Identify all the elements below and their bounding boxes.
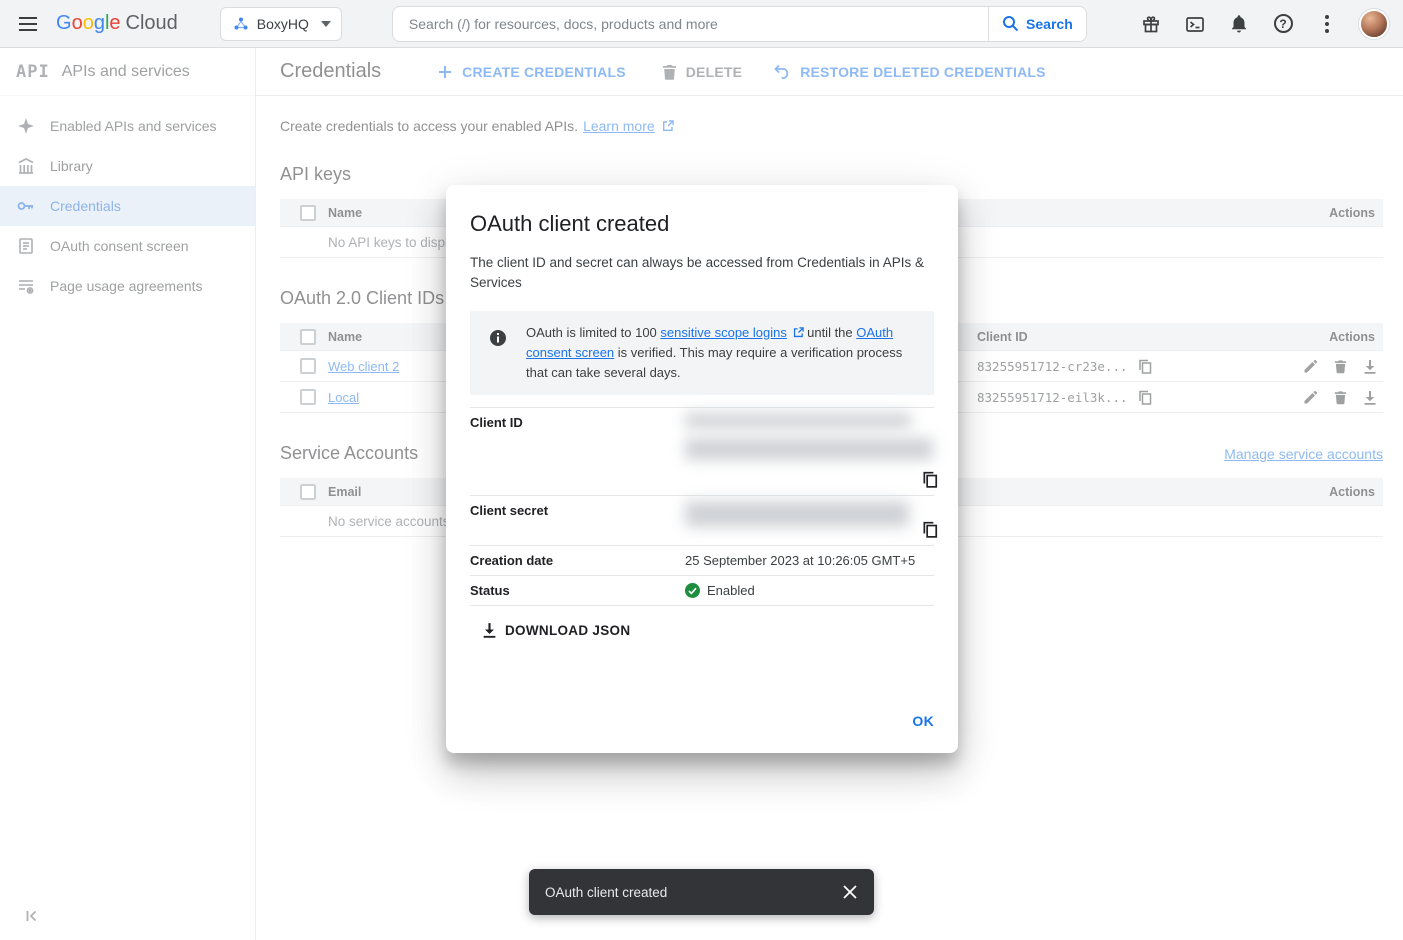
project-icon bbox=[233, 16, 249, 32]
sensitive-scope-logins-link[interactable]: sensitive scope logins bbox=[660, 325, 786, 340]
hamburger-icon bbox=[19, 17, 37, 31]
status-enabled-text: Enabled bbox=[707, 583, 755, 598]
notifications-button[interactable] bbox=[1219, 4, 1259, 44]
logo-cloud-text: Cloud bbox=[126, 12, 178, 35]
client-secret-label: Client secret bbox=[470, 503, 685, 538]
search-icon bbox=[1002, 15, 1019, 32]
toast-message: OAuth client created bbox=[545, 885, 832, 900]
logo-letter: o bbox=[72, 12, 83, 35]
search-button-label: Search bbox=[1026, 16, 1073, 32]
notice-text: OAuth is limited to 100 sensitive scope … bbox=[526, 323, 920, 383]
copy-client-secret-button[interactable] bbox=[922, 521, 938, 538]
copy-client-id-button[interactable] bbox=[922, 471, 938, 488]
notice-pre: OAuth is limited to 100 bbox=[526, 325, 660, 340]
help-button[interactable]: ? bbox=[1263, 4, 1303, 44]
help-icon: ? bbox=[1274, 14, 1293, 33]
gift-icon bbox=[1141, 14, 1161, 34]
app-root: Google Cloud BoxyHQ Search bbox=[0, 0, 1403, 940]
chevron-down-icon bbox=[321, 21, 331, 27]
google-cloud-logo[interactable]: Google Cloud bbox=[56, 12, 178, 35]
download-icon bbox=[482, 622, 497, 638]
toast-close-button[interactable] bbox=[832, 874, 868, 910]
logo-letter: e bbox=[109, 12, 120, 35]
redacted-client-secret bbox=[685, 501, 909, 527]
creation-date-label: Creation date bbox=[470, 553, 685, 568]
search-bar: Search bbox=[392, 6, 1087, 42]
download-json-button[interactable]: DOWNLOAD JSON bbox=[482, 622, 630, 638]
dialog-description: The client ID and secret can always be a… bbox=[470, 253, 934, 293]
notice-mid: until the bbox=[804, 325, 857, 340]
dialog-fields: Client ID Client secret bbox=[470, 407, 934, 606]
copy-icon bbox=[922, 471, 938, 488]
project-name: BoxyHQ bbox=[257, 16, 309, 32]
user-avatar[interactable] bbox=[1359, 9, 1389, 39]
hamburger-menu-button[interactable] bbox=[8, 4, 48, 44]
logo-letter: g bbox=[94, 12, 105, 35]
cloud-shell-icon bbox=[1185, 14, 1205, 34]
client-id-value-redacted bbox=[685, 415, 934, 488]
more-options-button[interactable] bbox=[1307, 4, 1347, 44]
ok-button[interactable]: OK bbox=[912, 713, 934, 729]
more-vert-icon bbox=[1324, 14, 1330, 34]
creation-date-value: 25 September 2023 at 10:26:05 GMT+5 bbox=[685, 553, 934, 568]
creation-date-row: Creation date 25 September 2023 at 10:26… bbox=[470, 545, 934, 575]
gift-button[interactable] bbox=[1131, 4, 1171, 44]
status-value: Enabled bbox=[685, 583, 934, 598]
close-icon bbox=[843, 885, 857, 899]
status-enabled-icon bbox=[685, 583, 700, 598]
external-link-icon bbox=[793, 327, 804, 338]
topbar: Google Cloud BoxyHQ Search bbox=[0, 0, 1403, 48]
client-secret-row: Client secret bbox=[470, 495, 934, 545]
client-id-row: Client ID bbox=[470, 407, 934, 495]
topbar-actions: ? bbox=[1131, 4, 1403, 44]
status-label: Status bbox=[470, 583, 685, 598]
oauth-limit-notice: OAuth is limited to 100 sensitive scope … bbox=[470, 311, 934, 395]
cloud-shell-button[interactable] bbox=[1175, 4, 1215, 44]
info-icon bbox=[470, 323, 526, 383]
redacted-client-id-line1 bbox=[685, 413, 911, 428]
bell-icon bbox=[1229, 14, 1249, 34]
project-selector-button[interactable]: BoxyHQ bbox=[220, 7, 342, 41]
search-input[interactable] bbox=[393, 7, 988, 41]
status-row: Status Enabled bbox=[470, 575, 934, 606]
logo-letter: o bbox=[83, 12, 94, 35]
logo-letter: G bbox=[56, 12, 72, 35]
client-id-label: Client ID bbox=[470, 415, 685, 488]
client-secret-value-redacted bbox=[685, 503, 934, 538]
download-json-label: DOWNLOAD JSON bbox=[505, 623, 630, 638]
search-button[interactable]: Search bbox=[988, 7, 1086, 41]
toast: OAuth client created bbox=[529, 869, 874, 915]
copy-icon bbox=[922, 521, 938, 538]
redacted-client-id-line2 bbox=[685, 438, 933, 460]
dialog-title: OAuth client created bbox=[470, 211, 934, 237]
oauth-client-created-dialog: OAuth client created The client ID and s… bbox=[446, 185, 958, 753]
